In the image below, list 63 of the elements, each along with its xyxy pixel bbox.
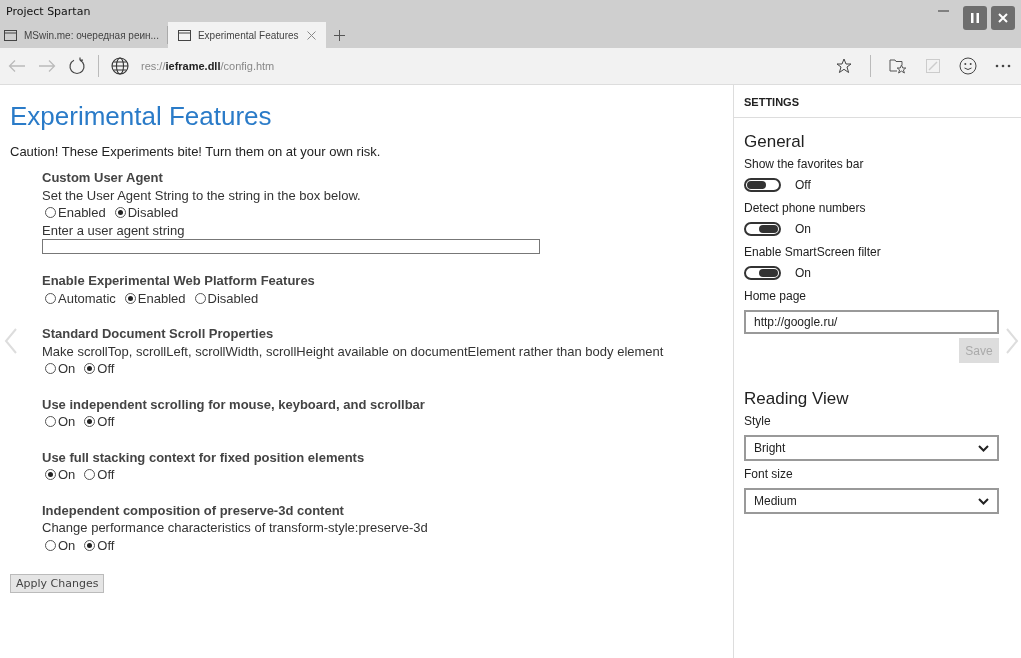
- caution-text: Caution! These Experiments bite! Turn them on at your own risk.: [10, 144, 382, 159]
- toggle-state: On: [795, 222, 811, 236]
- window-title: Project Spartan: [6, 4, 91, 18]
- feature-title: Standard Document Scroll Properties: [42, 325, 275, 343]
- close-icon[interactable]: [991, 6, 1015, 30]
- chevron-down-icon: [978, 444, 989, 452]
- radio-option[interactable]: On: [42, 466, 76, 484]
- page-icon: [177, 29, 191, 41]
- dropdown[interactable]: Medium: [744, 488, 999, 514]
- feature-title: Use independent scrolling for mouse, keyboard, and scrollbar: [42, 395, 426, 413]
- toggle-switch[interactable]: [744, 178, 781, 192]
- toggle-state: On: [795, 266, 811, 280]
- pause-icon[interactable]: [963, 6, 987, 30]
- dropdown[interactable]: Bright: [744, 435, 999, 461]
- field-label: Enter a user agent string: [42, 221, 186, 239]
- setting-label: Detect phone numbers: [744, 201, 867, 215]
- home-page-field[interactable]: http://google.ru/: [744, 310, 999, 334]
- refresh-icon[interactable]: [68, 57, 86, 75]
- toggle-switch[interactable]: [744, 222, 781, 236]
- star-icon[interactable]: [836, 58, 852, 74]
- setting-label: Home page: [744, 289, 808, 303]
- toggle-switch[interactable]: [744, 266, 781, 280]
- radio-option[interactable]: Disabled: [191, 289, 259, 307]
- toggle-state: Off: [795, 178, 811, 192]
- radio-option[interactable]: Off: [81, 466, 115, 484]
- radio-option[interactable]: Enabled: [42, 204, 106, 222]
- input-field[interactable]: [42, 239, 540, 254]
- radio-option[interactable]: On: [42, 360, 76, 378]
- radio-option[interactable]: Enabled: [121, 289, 186, 307]
- globe-icon: [111, 57, 129, 75]
- address-field[interactable]: res://ieframe.dll/config.htm: [141, 60, 275, 72]
- new-tab-icon[interactable]: [333, 29, 345, 41]
- browser-tab[interactable]: MSwin.me: очередная реин...: [0, 26, 168, 44]
- smiley-icon[interactable]: [959, 57, 977, 75]
- favorites-icon[interactable]: [889, 58, 907, 74]
- radio-option[interactable]: Off: [81, 536, 115, 554]
- feature-title: Use full stacking context for fixed position elements: [42, 448, 366, 466]
- page-icon: [4, 29, 17, 41]
- feature-title: Custom User Agent: [42, 169, 164, 187]
- feature-description: Make scrollTop, scrollLeft, scrollWidth, scrollHeight available on documentElement rather than body element: [42, 342, 665, 360]
- radio-option[interactable]: On: [42, 413, 76, 431]
- feature-title: Enable Experimental Web Platform Features: [42, 272, 316, 290]
- radio-option[interactable]: Off: [81, 413, 115, 431]
- feature-title: Independent composition of preserve-3d content: [42, 501, 345, 519]
- radio-option[interactable]: Off: [81, 360, 115, 378]
- more-icon[interactable]: [995, 64, 1011, 68]
- setting-label: Show the favorites bar: [744, 157, 865, 171]
- feature-description: Change performance characteristics of transform-style:preserve-3d: [42, 519, 429, 537]
- chevron-down-icon: [978, 497, 989, 505]
- setting-label: Font size: [744, 467, 794, 481]
- setting-label: Style: [744, 414, 772, 428]
- feature-description: Set the User Agent String to the string in the box below.: [42, 186, 362, 204]
- apply-button[interactable]: Apply Changes: [10, 574, 105, 593]
- browser-tab[interactable]: Experimental Features: [167, 22, 326, 48]
- page-heading: Experimental Features: [10, 101, 273, 132]
- radio-option[interactable]: On: [42, 536, 76, 554]
- radio-option[interactable]: Automatic: [42, 289, 116, 307]
- setting-label: Enable SmartScreen filter: [744, 245, 882, 259]
- panel-header: SETTINGS: [734, 85, 1021, 118]
- section-heading: Reading View: [744, 389, 850, 409]
- radio-option[interactable]: Disabled: [111, 204, 179, 222]
- section-heading: General: [744, 132, 806, 152]
- close-icon[interactable]: [306, 30, 316, 40]
